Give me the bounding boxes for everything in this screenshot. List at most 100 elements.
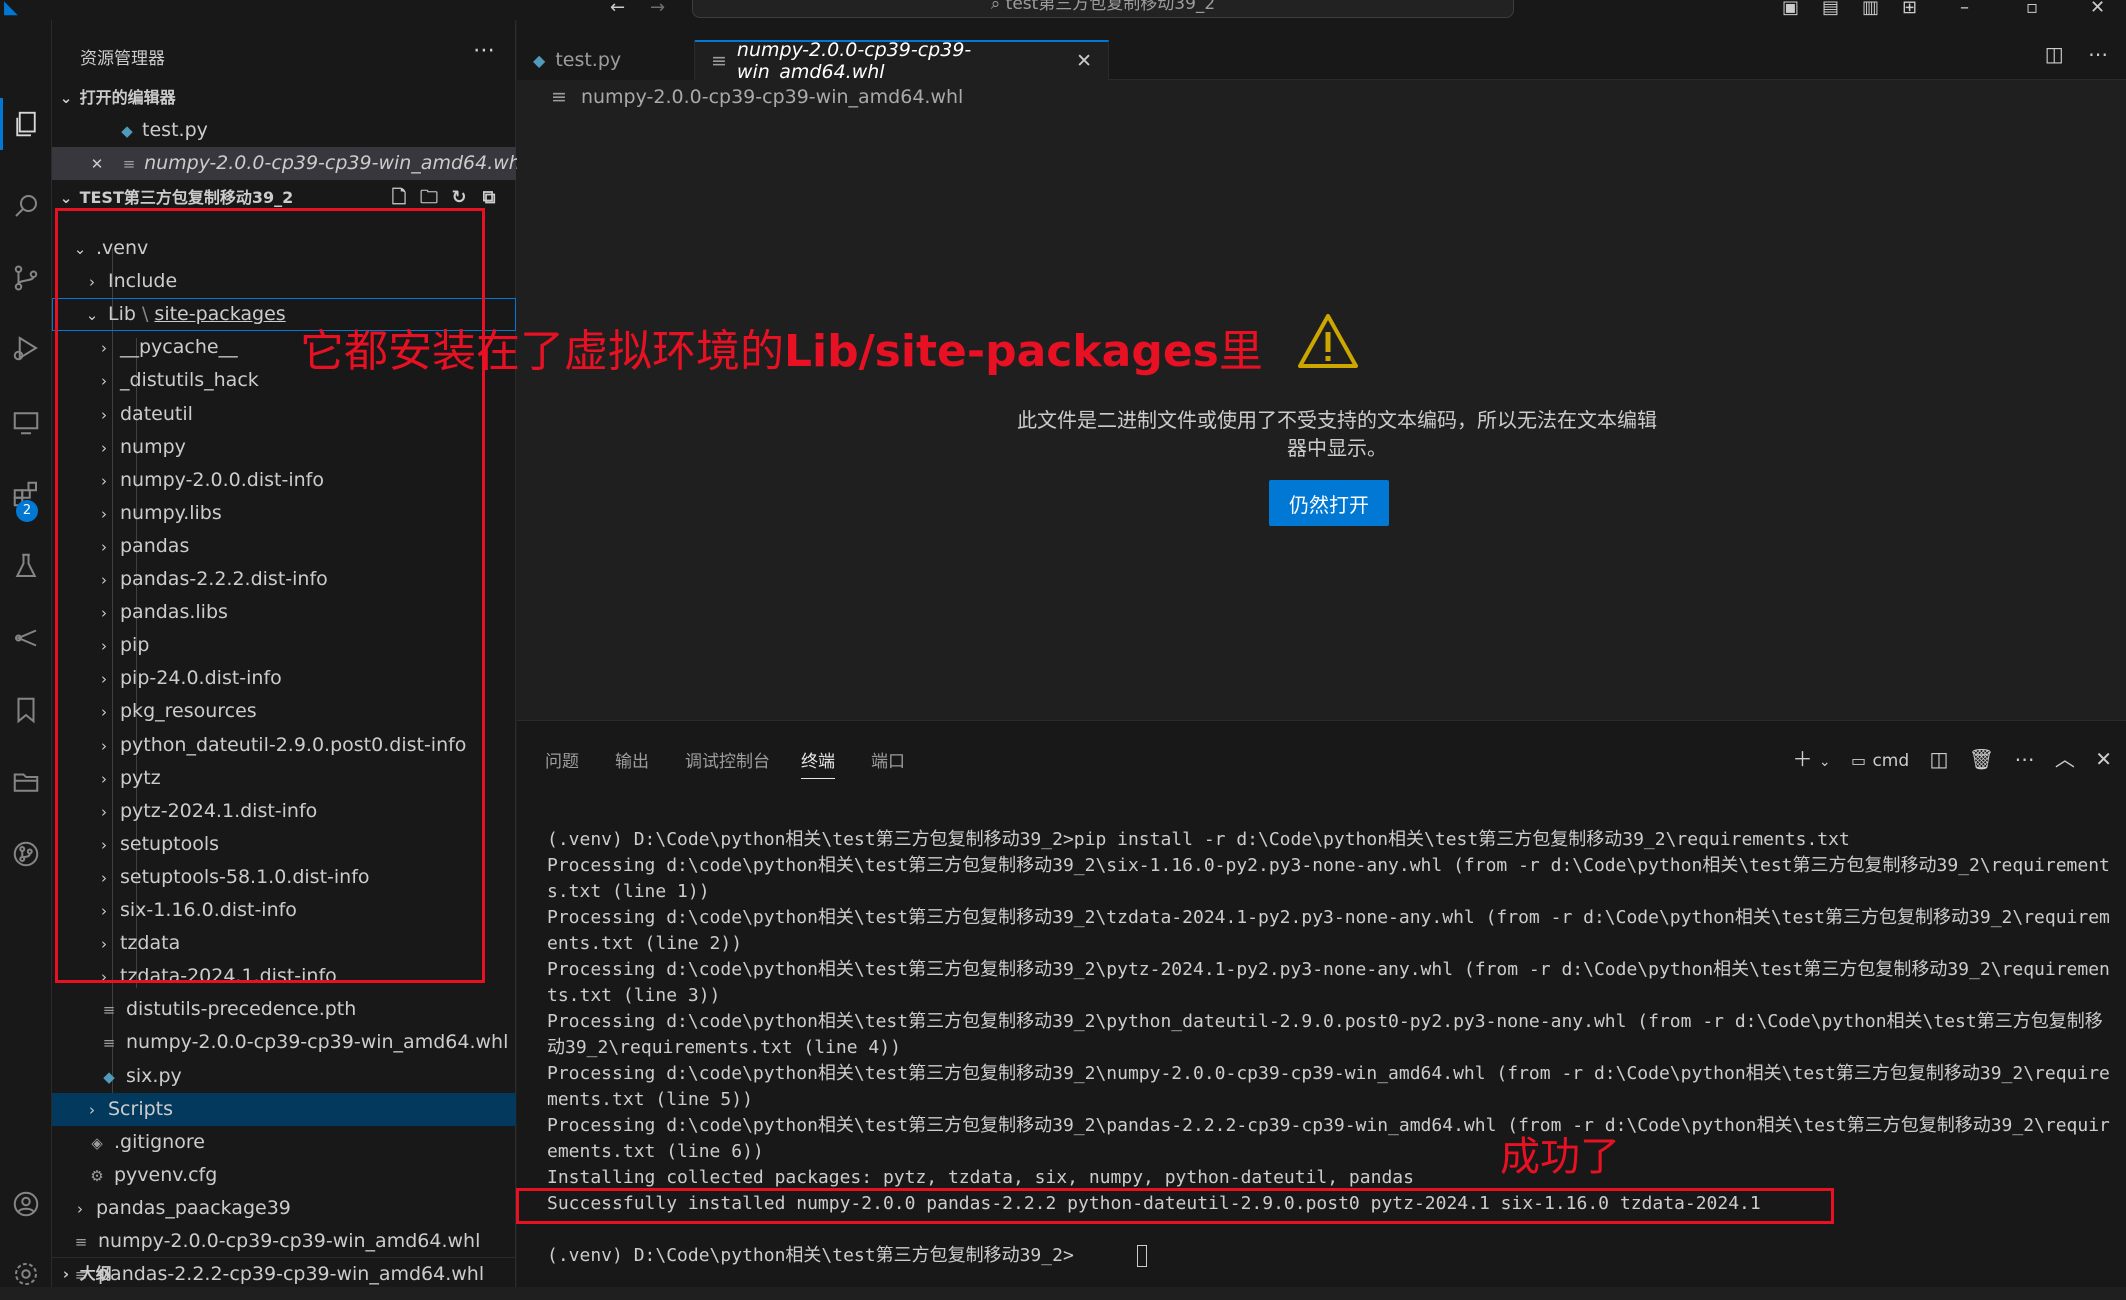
message-line: 此文件是二进制文件或使用了不受支持的文本编码，所以无法在文本编辑: [1017, 408, 1657, 432]
terminal-icon: ▭: [1850, 751, 1867, 770]
tab-test-py[interactable]: ◆ test.py: [517, 40, 695, 80]
tree-file[interactable]: ≡ numpy-2.0.0-cp39-cp39-win_amd64.whl: [52, 1225, 516, 1258]
extensions-icon[interactable]: 2: [0, 468, 52, 522]
tab-problems[interactable]: 问题: [545, 747, 579, 772]
editor-actions: ◫ ⋯: [2045, 42, 2108, 66]
back-arrow-icon[interactable]: ←: [610, 0, 625, 17]
editor-area: ≡ numpy-2.0.0-cp39-cp39-win_amd64.whl 此文…: [517, 80, 2126, 720]
tree-folder[interactable]: › pandas_paackage39: [52, 1192, 516, 1225]
tab-terminal[interactable]: 终端: [801, 747, 835, 779]
bookmarks-icon[interactable]: [0, 684, 52, 736]
terminal-line: Processing d:\code\python相关\test第三方包复制移动…: [547, 959, 2110, 1006]
tree-file[interactable]: ⚙ pyvenv.cfg: [52, 1159, 516, 1192]
tree-item-label: .gitignore: [114, 1130, 205, 1153]
git-file-icon: ◈: [91, 1133, 103, 1152]
terminal-line: Processing d:\code\python相关\test第三方包复制移动…: [547, 855, 2110, 902]
explorer-icon[interactable]: [0, 98, 52, 150]
tree-item-label: pyvenv.cfg: [114, 1163, 218, 1186]
python-file-icon: ◆: [103, 1067, 115, 1086]
more-actions-icon[interactable]: ⋯: [473, 38, 495, 63]
binary-file-icon: ≡: [711, 50, 727, 72]
file-icon: ≡: [102, 1001, 116, 1020]
editor-tab-bar: ◆ test.py ≡ numpy-2.0.0-cp39-cp39-win_am…: [517, 20, 2126, 83]
terminal-line: (.venv) D:\Code\python相关\test第三方包复制移动39_…: [547, 829, 1850, 850]
tree-item-label: distutils-precedence.pth: [126, 998, 357, 1021]
tree-file[interactable]: ◈ .gitignore: [52, 1126, 516, 1159]
new-terminal-icon[interactable]: ＋: [1793, 747, 1813, 771]
close-icon[interactable]: ✕: [88, 148, 106, 181]
close-icon[interactable]: ✕: [1076, 50, 1092, 72]
remote-explorer-icon[interactable]: [0, 396, 52, 448]
open-anyway-button[interactable]: 仍然打开: [1269, 480, 1389, 526]
open-editors-header[interactable]: ⌄ 打开的编辑器: [52, 82, 516, 114]
run-debug-icon[interactable]: [0, 322, 52, 374]
title-bar: ◣ ← → ⌕ test第三方包复制移动39_2 ▣ ▤ ▥ ⊞ – ▫ ✕: [0, 0, 2126, 20]
toggle-panel-icon[interactable]: ▤: [1822, 0, 1839, 17]
terminal-line: Processing d:\code\python相关\test第三方包复制移动…: [547, 1011, 2103, 1058]
tab-output[interactable]: 输出: [615, 747, 649, 772]
split-terminal-icon[interactable]: ◫: [1930, 747, 1949, 771]
git-graph-icon[interactable]: [0, 828, 52, 880]
tree-item-label: Scripts: [108, 1097, 174, 1120]
tree-item-label: pandas_paackage39: [96, 1196, 291, 1219]
terminal-output[interactable]: (.venv) D:\Code\python相关\test第三方包复制移动39_…: [547, 827, 2117, 1295]
terminal-line: Processing d:\code\python相关\test第三方包复制移动…: [547, 907, 2110, 954]
chevron-right-icon: ›: [77, 1199, 83, 1218]
open-editor-item[interactable]: ✕ ≡ numpy-2.0.0-cp39-cp39-win_amd64.whl: [52, 147, 526, 181]
chevron-right-icon: ›: [89, 1100, 95, 1119]
tab-numpy-whl[interactable]: ≡ numpy-2.0.0-cp39-cp39-win_amd64.whl ✕: [695, 39, 1109, 83]
git-lens-icon[interactable]: [0, 612, 52, 664]
open-editor-item[interactable]: ◆ test.py: [52, 114, 516, 147]
note-suffix: 里: [1218, 326, 1263, 377]
python-file-icon: ◆: [533, 50, 546, 70]
close-panel-icon[interactable]: ✕: [2095, 747, 2112, 771]
maximize-panel-icon[interactable]: ︿: [2055, 747, 2075, 771]
more-actions-icon[interactable]: ⋯: [2015, 747, 2035, 771]
source-control-icon[interactable]: [0, 252, 52, 304]
success-highlight-box: [516, 1188, 1834, 1224]
breadcrumb[interactable]: ≡ numpy-2.0.0-cp39-cp39-win_amd64.whl: [551, 86, 963, 108]
activity-bar: 2: [0, 20, 52, 1287]
terminal-line: Processing d:\code\python相关\test第三方包复制移动…: [547, 1063, 2110, 1110]
project-manager-icon[interactable]: [0, 756, 52, 808]
breadcrumb-label: numpy-2.0.0-cp39-cp39-win_amd64.whl: [580, 86, 964, 108]
chevron-right-icon: ›: [62, 1265, 70, 1283]
search-icon[interactable]: [0, 180, 52, 232]
command-center-search[interactable]: ⌕ test第三方包复制移动39_2: [692, 0, 1514, 18]
tab-debug-console[interactable]: 调试控制台: [685, 747, 770, 772]
tree-item-label: six.py: [126, 1064, 182, 1087]
outline-header[interactable]: › 大纲: [52, 1257, 516, 1289]
chevron-down-icon[interactable]: ⌄: [1819, 754, 1831, 770]
close-window-icon[interactable]: ✕: [2090, 0, 2105, 17]
minimize-icon[interactable]: –: [1960, 0, 1969, 17]
chevron-down-icon: ⌄: [59, 89, 73, 107]
tree-file[interactable]: ◆ six.py: [52, 1060, 516, 1093]
toggle-sidebar-icon[interactable]: ▣: [1782, 0, 1799, 17]
testing-icon[interactable]: [0, 540, 52, 592]
tree-folder[interactable]: › Scripts: [52, 1092, 516, 1126]
tab-label: test.py: [555, 49, 622, 71]
tree-file[interactable]: ≡ distutils-precedence.pth: [52, 993, 516, 1026]
vscode-logo-icon: ◣: [4, 0, 18, 18]
workspace-title: TEST第三方包复制移动39_2: [79, 188, 294, 207]
tab-ports[interactable]: 端口: [871, 747, 905, 772]
manage-icon[interactable]: [0, 1248, 52, 1300]
split-editor-icon[interactable]: ◫: [2045, 42, 2064, 66]
binary-file-message: 此文件是二进制文件或使用了不受支持的文本编码，所以无法在文本编辑 器中显示。: [977, 406, 1697, 462]
binary-file-icon: ≡: [551, 86, 567, 108]
terminal-line: (.venv) D:\Code\python相关\test第三方包复制移动39_…: [547, 1245, 1074, 1266]
toggle-secondary-sidebar-icon[interactable]: ▥: [1862, 0, 1879, 17]
note-prefix: 它都安装在了虚拟环境的: [300, 326, 784, 377]
open-editor-label: test.py: [142, 119, 208, 141]
shell-label[interactable]: cmd: [1872, 751, 1909, 771]
maximize-icon[interactable]: ▫: [2026, 0, 2038, 17]
tab-label: numpy-2.0.0-cp39-cp39-win_amd64.whl: [736, 39, 972, 83]
file-icon: ≡: [74, 1233, 88, 1251]
customize-layout-icon[interactable]: ⊞: [1902, 0, 1917, 17]
forward-arrow-icon[interactable]: →: [650, 0, 665, 17]
trash-icon[interactable]: 🗑: [1969, 747, 1994, 771]
tree-item-label: numpy-2.0.0-cp39-cp39-win_amd64.whl: [98, 1230, 481, 1252]
accounts-icon[interactable]: [0, 1178, 52, 1230]
more-actions-icon[interactable]: ⋯: [2088, 42, 2108, 66]
tree-file[interactable]: ≡ numpy-2.0.0-cp39-cp39-win_amd64.whl: [52, 1026, 516, 1059]
